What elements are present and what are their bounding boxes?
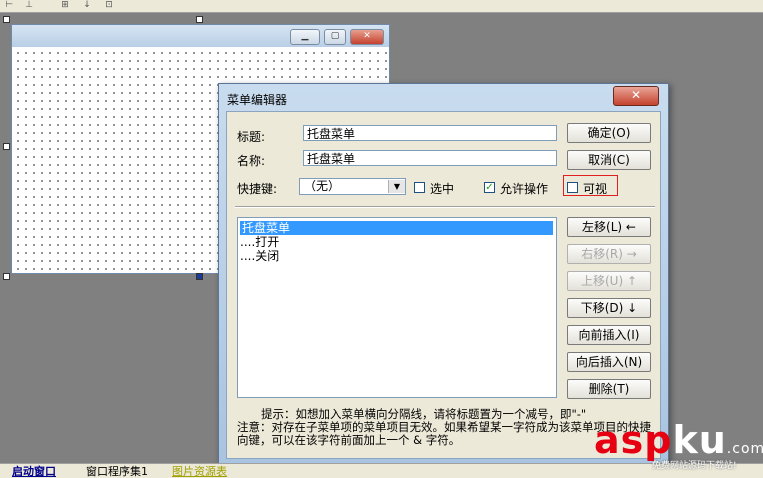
close-icon[interactable]: ✕ bbox=[350, 29, 384, 45]
name-input[interactable]: 托盘菜单 bbox=[303, 150, 557, 166]
enabled-label: 允许操作 bbox=[500, 182, 549, 196]
tab-startup-window[interactable]: 启动窗口 bbox=[12, 465, 56, 478]
watermark-suffix: .com bbox=[726, 441, 763, 457]
resize-handle[interactable] bbox=[3, 273, 10, 280]
resize-handle[interactable] bbox=[196, 16, 203, 23]
chevron-down-icon[interactable]: ▼ bbox=[388, 180, 405, 193]
shortcut-select[interactable]: （无） ▼ bbox=[299, 178, 406, 195]
list-item[interactable]: 托盘菜单 bbox=[240, 221, 553, 235]
watermark-brand-red: asp bbox=[594, 418, 673, 462]
maximize-icon[interactable]: ▢ bbox=[324, 29, 346, 45]
move-down-button[interactable]: 下移(D) ↓ bbox=[567, 298, 651, 318]
tab-image-resources[interactable]: 图片资源表 bbox=[172, 465, 227, 478]
resize-handle[interactable] bbox=[3, 143, 10, 150]
shortcut-select-value: （无） bbox=[304, 179, 341, 193]
watermark-brand-white: ku bbox=[672, 418, 727, 462]
design-window-titlebar[interactable]: ▁ ▢ ✕ bbox=[12, 25, 389, 47]
move-right-button[interactable]: 右移(R) → bbox=[567, 244, 651, 264]
minimize-icon[interactable]: ▁ bbox=[290, 29, 320, 45]
checked-checkbox[interactable] bbox=[414, 182, 425, 193]
enabled-checkbox[interactable]: ✓ bbox=[484, 182, 495, 193]
align-bottom-icon[interactable]: ⊥ bbox=[22, 0, 36, 11]
resize-handle[interactable] bbox=[196, 273, 203, 280]
grid-icon[interactable]: ⊡ bbox=[102, 0, 116, 11]
align-left-icon[interactable]: ⊢ bbox=[2, 0, 16, 11]
move-left-button[interactable]: 左移(L) ← bbox=[567, 217, 651, 237]
bottom-tabbar: 启动窗口 窗口程序集1 图片资源表 bbox=[0, 463, 763, 478]
size-icon[interactable]: ⊞ bbox=[58, 0, 72, 11]
dialog-close-icon[interactable]: ✕ bbox=[613, 86, 659, 106]
visible-checkbox[interactable] bbox=[567, 182, 578, 193]
delete-button[interactable]: 删除(T) bbox=[567, 379, 651, 399]
ok-button[interactable]: 确定(O) bbox=[567, 123, 651, 143]
name-label: 名称: bbox=[237, 154, 266, 168]
caption-label: 标题: bbox=[237, 130, 266, 144]
toolbar: ⊢ ⊥ ⊞ ↓ ⊡ bbox=[0, 0, 763, 13]
menu-items-list[interactable]: 托盘菜单 ....打开 ....关闭 bbox=[237, 217, 557, 398]
menu-editor-dialog: 菜单编辑器 ✕ 标题: 托盘菜单 确定(O) 名称: 托盘菜单 取消(C) 快捷… bbox=[218, 83, 669, 465]
shortcut-label: 快捷键: bbox=[237, 182, 278, 196]
caption-input[interactable]: 托盘菜单 bbox=[303, 125, 557, 141]
arrow-down-icon[interactable]: ↓ bbox=[80, 0, 94, 11]
dialog-client: 标题: 托盘菜单 确定(O) 名称: 托盘菜单 取消(C) 快捷键: （无） ▼… bbox=[226, 111, 661, 459]
list-item[interactable]: ....关闭 bbox=[240, 249, 279, 263]
cancel-button[interactable]: 取消(C) bbox=[567, 150, 651, 170]
tab-window-assembly[interactable]: 窗口程序集1 bbox=[86, 465, 148, 478]
move-up-button[interactable]: 上移(U) ↑ bbox=[567, 271, 651, 291]
watermark-subtitle: 免费网站源码下载站! bbox=[652, 461, 737, 471]
list-item[interactable]: ....打开 bbox=[240, 235, 279, 249]
separator bbox=[235, 206, 655, 208]
checked-label: 选中 bbox=[430, 182, 455, 196]
dialog-title: 菜单编辑器 bbox=[227, 93, 288, 107]
resize-handle[interactable] bbox=[3, 16, 10, 23]
insert-after-button[interactable]: 向后插入(N) bbox=[567, 352, 651, 372]
watermark-logo: aspku.com bbox=[594, 418, 763, 462]
insert-before-button[interactable]: 向前插入(I) bbox=[567, 325, 651, 345]
visible-label: 可视 bbox=[583, 182, 608, 196]
